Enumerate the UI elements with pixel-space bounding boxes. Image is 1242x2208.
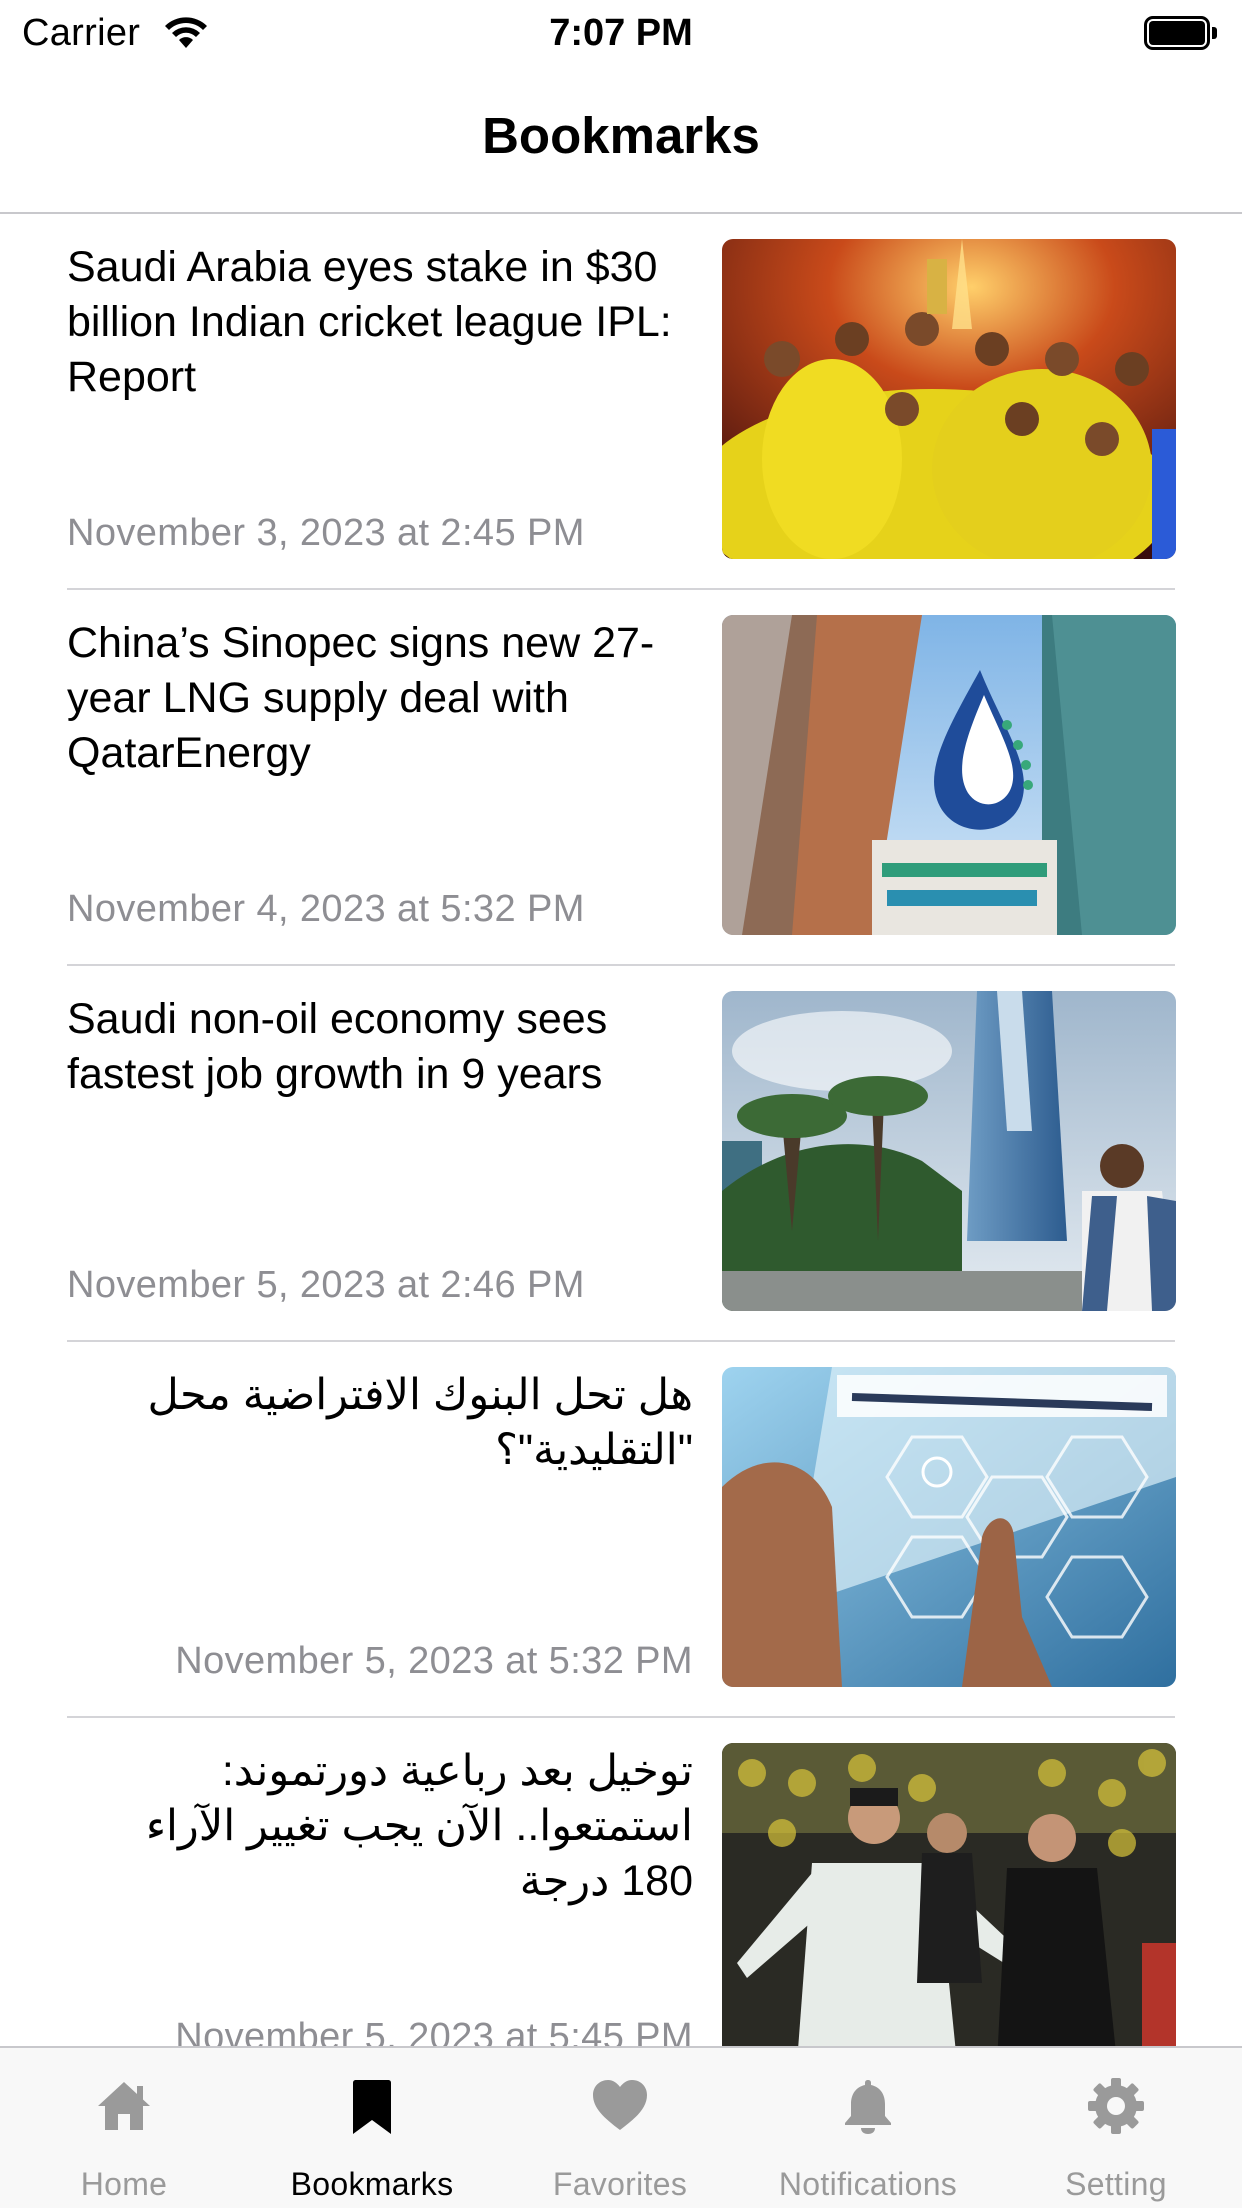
gear-icon xyxy=(1088,2078,1144,2134)
tab-home-label: Home xyxy=(80,2166,168,2202)
bell-icon xyxy=(845,2080,891,2134)
article-thumbnail xyxy=(722,239,1176,559)
bookmarks-screen: Carrier 7:07 PM Bookmarks Saudi Arabia e… xyxy=(0,0,1242,2208)
tab-setting-label: Setting xyxy=(1065,2166,1167,2202)
article-thumbnail xyxy=(722,991,1176,1311)
status-bar: Carrier 7:07 PM xyxy=(0,0,1242,66)
article-thumbnail xyxy=(722,1743,1176,2046)
article-headline: Saudi non-oil economy sees fastest job g… xyxy=(67,995,608,1098)
article-headline: هل تحل البنوك الافتراضية محل "التقليدية"… xyxy=(147,1371,693,1474)
tab-bar: Home Bookmarks Favorites Notifications S… xyxy=(0,2046,1242,2208)
article-row[interactable]: هل تحل البنوك الافتراضية محل "التقليدية"… xyxy=(0,1342,1242,1718)
article-thumbnail xyxy=(722,615,1176,935)
tab-notifications[interactable]: Notifications xyxy=(744,2048,992,2208)
article-date: November 5, 2023 at 5:45 PM xyxy=(175,2016,693,2046)
bookmarks-list[interactable]: Saudi Arabia eyes stake in $30 billion I… xyxy=(0,214,1242,2046)
tab-notifications-label: Notifications xyxy=(778,2166,958,2202)
tab-home[interactable]: Home xyxy=(0,2048,248,2208)
home-icon xyxy=(98,2082,150,2130)
navigation-bar: Bookmarks xyxy=(0,66,1242,214)
article-row[interactable]: China’s Sinopec signs new 27-year LNG su… xyxy=(0,590,1242,966)
bookmark-icon xyxy=(353,2080,391,2134)
article-date: November 4, 2023 at 5:32 PM xyxy=(67,888,585,930)
tab-bookmarks-label: Bookmarks xyxy=(290,2166,454,2202)
article-headline: توخيل بعد رباعية دورتموند: استمتعوا.. ال… xyxy=(145,1747,693,1905)
article-headline: Saudi Arabia eyes stake in $30 billion I… xyxy=(67,243,672,401)
article-date: November 3, 2023 at 2:45 PM xyxy=(67,512,585,554)
tab-bookmarks[interactable]: Bookmarks xyxy=(248,2048,496,2208)
battery-icon xyxy=(1144,16,1217,50)
page-title: Bookmarks xyxy=(482,107,760,164)
article-date: November 5, 2023 at 2:46 PM xyxy=(67,1264,585,1306)
tab-setting[interactable]: Setting xyxy=(992,2048,1240,2208)
article-row[interactable]: Saudi non-oil economy sees fastest job g… xyxy=(0,966,1242,1342)
article-row[interactable]: Saudi Arabia eyes stake in $30 billion I… xyxy=(0,214,1242,590)
article-date: November 5, 2023 at 5:32 PM xyxy=(175,1640,693,1682)
article-headline: China’s Sinopec signs new 27-year LNG su… xyxy=(67,619,655,777)
status-time: 7:07 PM xyxy=(549,12,693,54)
article-row[interactable]: توخيل بعد رباعية دورتموند: استمتعوا.. ال… xyxy=(0,1718,1242,2046)
article-thumbnail xyxy=(722,1367,1176,1687)
tab-favorites-label: Favorites xyxy=(552,2166,688,2202)
tab-favorites[interactable]: Favorites xyxy=(496,2048,744,2208)
heart-icon xyxy=(593,2080,647,2130)
